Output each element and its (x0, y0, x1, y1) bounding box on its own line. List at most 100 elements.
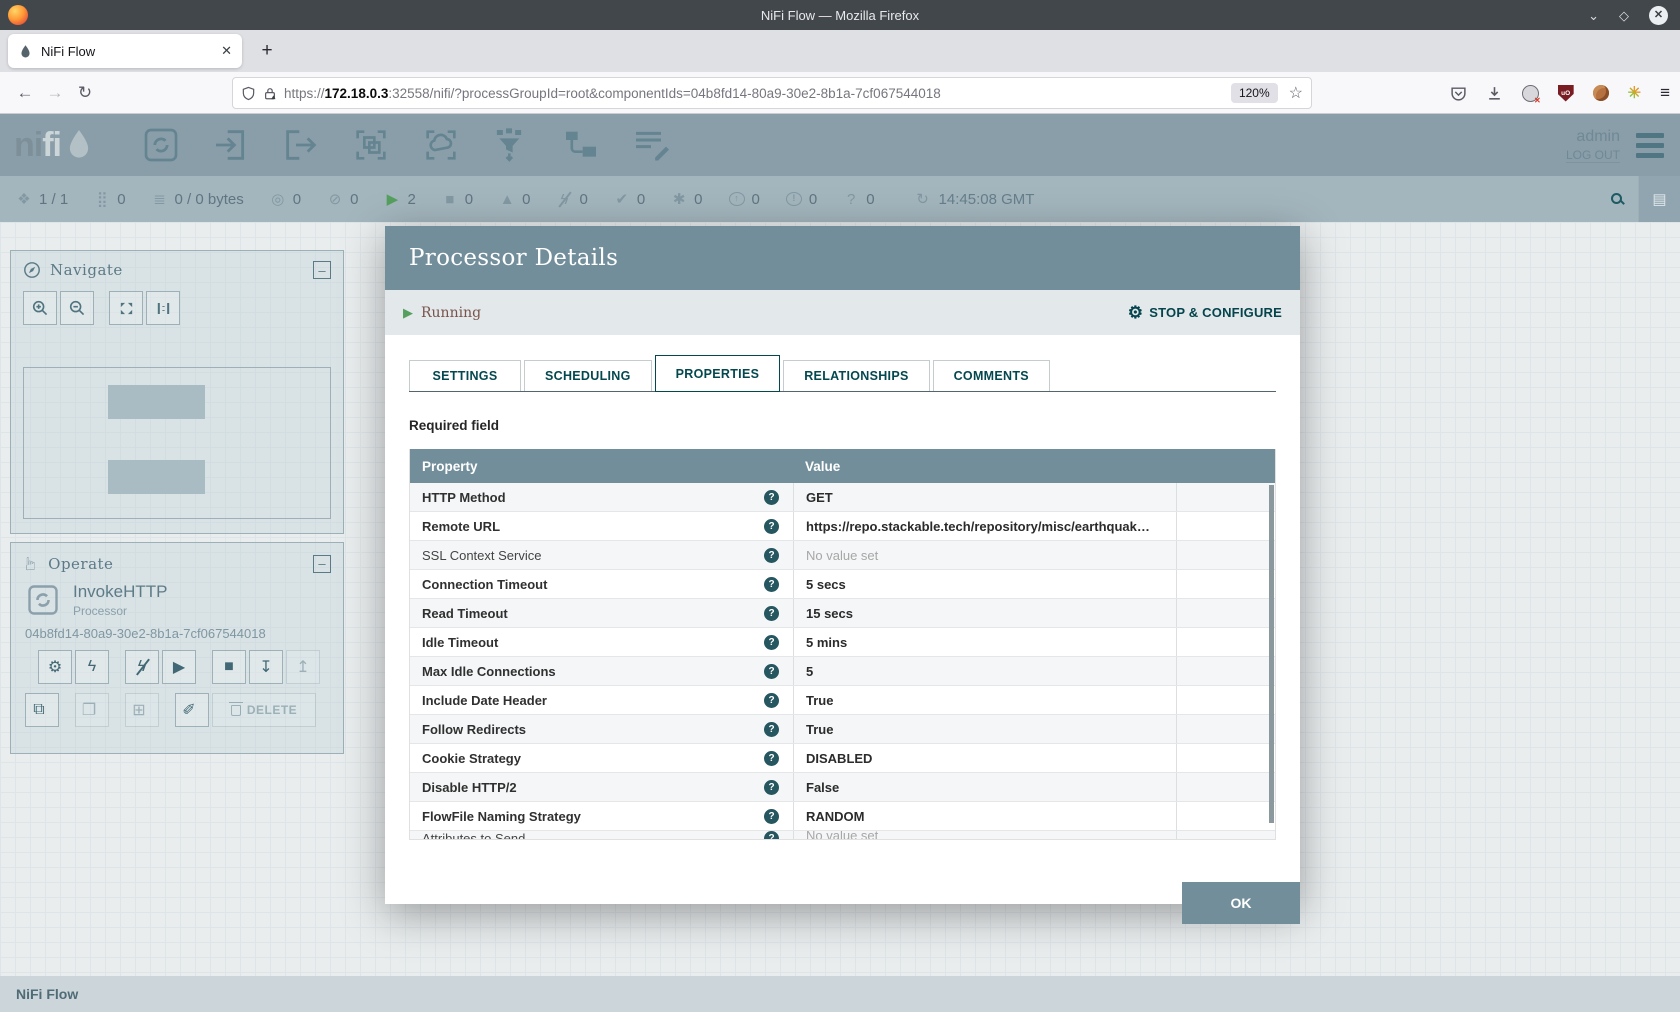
operate-action-button[interactable]: ϟ (125, 650, 159, 684)
status-count: 0 (117, 191, 125, 208)
property-value-cell: True (793, 686, 1176, 714)
operate-actions-row2: ⧉ ❐ ⊞ ✐DELETE (25, 693, 329, 727)
label-icon[interactable] (631, 125, 671, 165)
paste-icon: ❐ (82, 700, 96, 720)
operate-action-button[interactable]: ⧉ (25, 693, 59, 727)
operate-action-button[interactable]: ↥ (286, 650, 320, 684)
zoom-in-button[interactable] (23, 291, 57, 325)
extension-ublock-icon[interactable]: uO (1558, 85, 1574, 102)
bookmark-star-icon[interactable]: ☆ (1289, 83, 1303, 103)
transmitting-icon: ◎ (270, 190, 286, 208)
property-row: Read Timeout ? 15 secs (410, 599, 1275, 628)
status-count: 0 (579, 191, 587, 208)
operate-action-button[interactable]: ❐ (75, 693, 109, 727)
property-name-cell: HTTP Method ? (410, 490, 793, 505)
input-port-icon[interactable] (211, 125, 251, 165)
compass-icon (23, 261, 41, 279)
process-group-icon[interactable] (351, 125, 391, 165)
property-name-cell: Max Idle Connections ? (410, 664, 793, 679)
operate-action-button[interactable]: ✐ (175, 693, 209, 727)
forward-button[interactable]: → (40, 83, 70, 103)
global-menu-icon[interactable] (1636, 133, 1664, 158)
extension-cookie-icon[interactable] (1593, 85, 1609, 101)
template-icon[interactable] (561, 125, 601, 165)
collapse-icon[interactable]: – (313, 261, 331, 279)
operate-action-button[interactable]: ϟ (75, 650, 109, 684)
dialog-tab[interactable]: COMMENTS (933, 360, 1050, 391)
configure-icon: ⚙ (48, 657, 62, 677)
help-icon: ? (764, 809, 779, 824)
property-row: Connection Timeout ? 5 secs (410, 570, 1275, 599)
browser-menu-icon[interactable]: ≡ (1660, 83, 1670, 103)
close-icon[interactable]: ✕ (1649, 6, 1668, 25)
property-row: HTTP Method ? GET (410, 483, 1275, 512)
downloads-icon[interactable] (1486, 85, 1503, 102)
page-zoom-badge[interactable]: 120% (1231, 83, 1278, 103)
zoom-actual-size-button[interactable] (146, 291, 180, 325)
operate-action-button[interactable]: ⚙ (38, 650, 72, 684)
breadcrumb-root[interactable]: NiFi Flow (16, 986, 78, 1002)
refresh-icon[interactable]: ↻ (915, 190, 931, 208)
help-icon: ? (764, 831, 779, 839)
output-port-icon[interactable] (281, 125, 321, 165)
operate-action-button[interactable]: ⊞ (125, 693, 159, 727)
table-scrollbar[interactable] (1269, 485, 1274, 823)
search-icon[interactable] (1595, 192, 1638, 207)
help-icon: ? (764, 548, 779, 563)
property-name-cell: SSL Context Service ? (410, 548, 793, 563)
url-bar[interactable]: https://172.18.0.3:32558/nifi/?processGr… (232, 77, 1312, 109)
help-icon: ? (764, 519, 779, 534)
operate-action-button[interactable]: ↧ (249, 650, 283, 684)
birdseye-minimap[interactable] (23, 367, 331, 519)
property-name-cell: Disable HTTP/2 ? (410, 780, 793, 795)
settings-drawer-button[interactable]: ▤ (1638, 176, 1680, 222)
pocket-icon[interactable] (1450, 85, 1467, 102)
upload-template-icon: ↥ (296, 657, 309, 677)
shield-icon[interactable] (241, 86, 256, 101)
status-count: 0 (637, 191, 645, 208)
dialog-tab[interactable]: PROPERTIES (655, 355, 781, 392)
remote-process-group-icon[interactable] (421, 125, 461, 165)
back-button[interactable]: ← (10, 83, 40, 103)
minimize-icon[interactable]: ⌄ (1588, 9, 1599, 22)
locally-modified-icon: ✱ (671, 190, 687, 208)
ok-button[interactable]: OK (1182, 882, 1300, 924)
dialog-tabs: SETTINGSSCHEDULINGPROPERTIESRELATIONSHIP… (409, 355, 1276, 392)
minimap-processor (108, 385, 205, 419)
property-value-cell: No value set (793, 541, 1176, 569)
new-tab-button[interactable]: + (252, 36, 282, 66)
selected-component-type: Processor (73, 604, 167, 618)
stop-and-configure-button[interactable]: ⚙ STOP & CONFIGURE (1128, 303, 1282, 323)
processor-icon[interactable] (141, 125, 181, 165)
zoom-fit-button[interactable] (109, 291, 143, 325)
status-item: ❖ 1 / 1 (16, 190, 68, 208)
collapse-icon[interactable]: – (313, 555, 331, 573)
property-name-cell: Read Timeout ? (410, 606, 793, 621)
dialog-tab[interactable]: SCHEDULING (524, 360, 652, 391)
extension-asterisk-icon[interactable]: ✳ (1628, 83, 1641, 103)
running-icon: ▶ (403, 305, 413, 321)
logout-link[interactable]: LOG OUT (1566, 148, 1620, 163)
copy-icon: ⧉ (33, 701, 44, 719)
funnel-icon[interactable] (491, 125, 531, 165)
lock-warning-icon[interactable] (263, 86, 277, 101)
up-to-date-icon: ✔ (614, 190, 630, 208)
status-item: ▲ 0 (499, 191, 530, 208)
operate-action-button[interactable]: ■ (212, 650, 246, 684)
zoom-out-button[interactable] (60, 291, 94, 325)
status-count: 0 (809, 191, 817, 208)
operate-action-button[interactable]: ▶ (162, 650, 196, 684)
tab-close-icon[interactable]: ✕ (221, 43, 232, 59)
create-template-icon: ↧ (259, 657, 272, 677)
dialog-tab[interactable]: SETTINGS (409, 360, 521, 391)
operate-action-button[interactable]: DELETE (212, 693, 316, 727)
status-items: ❖ 1 / 1 ⣿ 0 ≣ 0 / 0 bytes ◎ 0 ⊘ 0 ▶ 2 (16, 190, 901, 208)
dialog-title: Processor Details (409, 245, 618, 271)
extension-mask-icon[interactable] (1522, 85, 1539, 102)
reload-button[interactable]: ↻ (70, 83, 100, 103)
flow-canvas[interactable]: Navigate – ☞ Operate – (0, 222, 1680, 1012)
maximize-icon[interactable]: ◇ (1619, 9, 1629, 22)
dialog-tab[interactable]: RELATIONSHIPS (783, 360, 929, 391)
url-text[interactable]: https://172.18.0.3:32558/nifi/?processGr… (284, 86, 1224, 101)
browser-tab[interactable]: NiFi Flow ✕ (8, 34, 242, 68)
